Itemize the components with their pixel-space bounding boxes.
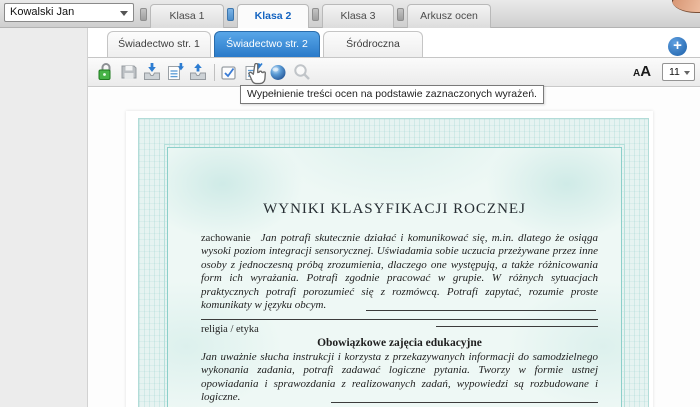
tab-klasa-3[interactable]: Klasa 3	[322, 4, 394, 28]
verify-checkbox-icon[interactable]	[219, 62, 239, 82]
fill-text-icon[interactable]	[165, 62, 185, 82]
export-tray-icon[interactable]	[188, 62, 208, 82]
toolbar: AA 11	[88, 57, 700, 87]
ruled-line	[436, 326, 598, 327]
certificate-title: WYNIKI KLASYFIKACJI ROCZNEJ	[166, 201, 623, 218]
font-larger-icon[interactable]: A	[640, 63, 651, 80]
app-window: Kowalski Jan Klasa 1 Klasa 2 Klasa 3 Ark…	[0, 0, 700, 407]
student-select-value: Kowalski Jan	[10, 6, 74, 18]
preview-sphere-icon[interactable]	[268, 62, 288, 82]
tab-grip[interactable]	[397, 8, 404, 21]
zoom-icon[interactable]	[292, 62, 312, 82]
import-tray-icon[interactable]	[142, 62, 162, 82]
hand-cursor-icon	[247, 63, 267, 90]
behavior-paragraph: zachowanieJan potrafi skutecznie działać…	[201, 232, 598, 312]
ruled-line	[366, 310, 596, 311]
tab-srodroczna[interactable]: Śródroczna	[323, 31, 423, 57]
tab-swiadectwo-str-2[interactable]: Świadectwo str. 2	[214, 31, 320, 57]
student-select[interactable]: Kowalski Jan	[4, 3, 134, 22]
chevron-down-icon	[684, 71, 690, 75]
behavior-text: Jan potrafi skutecznie działać i komunik…	[201, 232, 598, 311]
religion-label: religia / etyka	[201, 324, 259, 335]
unlock-icon[interactable]	[96, 62, 116, 82]
behavior-label: zachowanie	[201, 233, 261, 244]
fingertip-graphic	[672, 0, 700, 13]
tab-klasa-2[interactable]: Klasa 2	[237, 4, 309, 28]
tab-arkusz-ocen[interactable]: Arkusz ocen	[407, 4, 491, 28]
tab-klasa-1[interactable]: Klasa 1	[150, 4, 224, 28]
font-size-value: 11	[669, 66, 680, 78]
background-strip	[0, 28, 87, 407]
subjects-paragraph: Jan uważnie słucha instrukcji i korzysta…	[201, 351, 598, 405]
tab-swiadectwo-str-1[interactable]: Świadectwo str. 1	[107, 31, 211, 57]
add-page-button[interactable]: +	[668, 37, 687, 56]
font-size-select[interactable]: 11	[662, 63, 695, 81]
toolbar-tooltip: Wypełnienie treści ocen na podstawie zaz…	[240, 85, 544, 104]
section-heading: Obowiązkowe zajęcia edukacyjne	[201, 337, 598, 349]
tab-grip[interactable]	[140, 8, 147, 21]
font-size-buttons[interactable]: AA	[633, 63, 659, 81]
tab-grip[interactable]	[312, 8, 319, 21]
certificate-page[interactable]: WYNIKI KLASYFIKACJI ROCZNEJ zachowanieJa…	[126, 111, 653, 407]
document-viewer: WYNIKI KLASYFIKACJI ROCZNEJ zachowanieJa…	[88, 88, 700, 407]
tab-grip-active[interactable]	[227, 8, 234, 21]
ruled-line	[201, 319, 598, 320]
toolbar-separator	[214, 64, 215, 81]
top-bar: Kowalski Jan Klasa 1 Klasa 2 Klasa 3 Ark…	[0, 0, 700, 28]
ruled-line	[331, 402, 598, 403]
chevron-down-icon	[120, 11, 128, 16]
save-icon[interactable]	[119, 62, 139, 82]
